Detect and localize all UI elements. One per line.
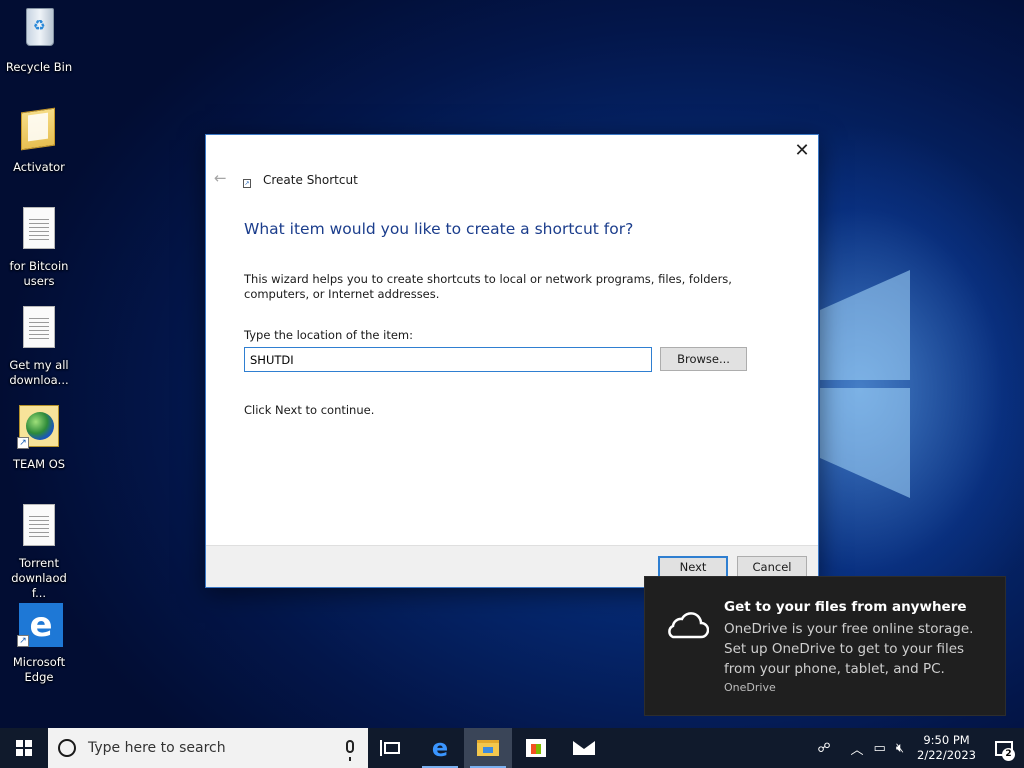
desktop-icon-label: for Bitcoin users [9, 259, 69, 288]
microphone-icon[interactable] [346, 740, 354, 761]
desktop-icon-activator[interactable]: Activator [4, 106, 74, 175]
desktop-icon-recycle-bin[interactable]: Recycle Bin [4, 6, 74, 75]
taskbar-mail-button[interactable] [560, 728, 608, 768]
notification-title: Get to your files from anywhere [724, 599, 967, 615]
notification-count-badge: 2 [1002, 748, 1015, 761]
shortcut-icon: ↗ [243, 179, 251, 188]
notification-body: OneDrive is your free online storage. Se… [724, 621, 974, 677]
desktop-icon-label: Torrent downlaod f... [11, 556, 67, 600]
taskbar-file-explorer-button[interactable] [464, 728, 512, 768]
system-tray: ☍ ︿ ▭ 🔇︎ 9:50 PM 2/22/2023 2 [812, 728, 1024, 768]
desktop-icon-torrent-download[interactable]: Torrent downlaod f... [4, 502, 74, 601]
desktop-icon-team-os[interactable]: ↗ TEAM OS [4, 403, 74, 472]
notification-source: OneDrive [724, 681, 776, 694]
task-view-icon [380, 740, 400, 756]
windows-logo-icon [16, 740, 32, 756]
taskbar-search-box[interactable]: Type here to search [48, 728, 368, 768]
store-icon [526, 739, 546, 757]
location-input[interactable] [244, 347, 652, 372]
next-button[interactable]: Next [658, 556, 728, 578]
task-view-button[interactable] [368, 728, 416, 768]
taskbar-edge-button[interactable]: e [416, 728, 464, 768]
desktop-icon-label: Microsoft Edge [12, 655, 66, 684]
mail-icon [573, 741, 595, 755]
desktop-icon-label: Get my all downloa... [9, 358, 69, 387]
folder-icon [21, 107, 55, 151]
cloud-icon [668, 612, 709, 639]
desktop-icon-get-my-all-downloads[interactable]: Get my all downloa... [4, 304, 74, 388]
start-button[interactable] [0, 728, 48, 768]
volume-muted-icon[interactable]: 🔇︎ [891, 741, 909, 756]
desktop-icon-for-bitcoin-users[interactable]: for Bitcoin users [4, 205, 74, 289]
show-hidden-icons-chevron-icon[interactable]: ︿ [846, 739, 869, 758]
people-icon[interactable]: ☍ [812, 741, 835, 756]
edge-icon: e [431, 734, 449, 762]
text-document-icon [23, 207, 55, 249]
desktop-icon-label: Activator [13, 160, 65, 174]
network-icon[interactable]: ▭ [869, 741, 891, 756]
back-button[interactable]: ← [214, 169, 227, 187]
text-document-icon [23, 504, 55, 546]
wizard-description: This wizard helps you to create shortcut… [244, 272, 732, 301]
close-icon: ✕ [794, 139, 810, 161]
create-shortcut-dialog: ✕ ← ↗ Create Shortcut What item would yo… [205, 134, 819, 588]
wizard-heading: What item would you like to create a sho… [244, 220, 634, 238]
cancel-button[interactable]: Cancel [737, 556, 807, 578]
desktop-icon-microsoft-edge[interactable]: e ↗ Microsoft Edge [4, 601, 74, 685]
dialog-title: Create Shortcut [263, 173, 358, 187]
desktop-icon-label: Recycle Bin [5, 60, 73, 74]
continue-instruction: Click Next to continue. [244, 403, 375, 417]
taskbar: Type here to search e ☍ ︿ ▭ 🔇︎ 9:50 PM 2… [0, 728, 1024, 768]
clock-time: 9:50 PM [923, 733, 970, 747]
location-label: Type the location of the item: [244, 328, 414, 342]
text-document-icon [23, 306, 55, 348]
close-button[interactable]: ✕ [786, 135, 818, 165]
clock[interactable]: 9:50 PM 2/22/2023 [909, 733, 984, 763]
cortana-circle-icon [58, 739, 76, 757]
clock-date: 2/22/2023 [917, 748, 976, 762]
shortcut-arrow-icon: ↗ [17, 635, 29, 647]
recycle-bin-icon [26, 8, 54, 46]
browse-button[interactable]: Browse... [660, 347, 747, 371]
file-explorer-icon [477, 740, 499, 756]
onedrive-notification[interactable]: Get to your files from anywhere OneDrive… [644, 576, 1006, 716]
action-center-button[interactable]: 2 [984, 728, 1024, 768]
desktop-icon-label: TEAM OS [12, 457, 66, 471]
back-arrow-icon: ← [214, 169, 227, 187]
taskbar-store-button[interactable] [512, 728, 560, 768]
shortcut-arrow-icon: ↗ [17, 437, 29, 449]
search-placeholder: Type here to search [88, 740, 226, 756]
